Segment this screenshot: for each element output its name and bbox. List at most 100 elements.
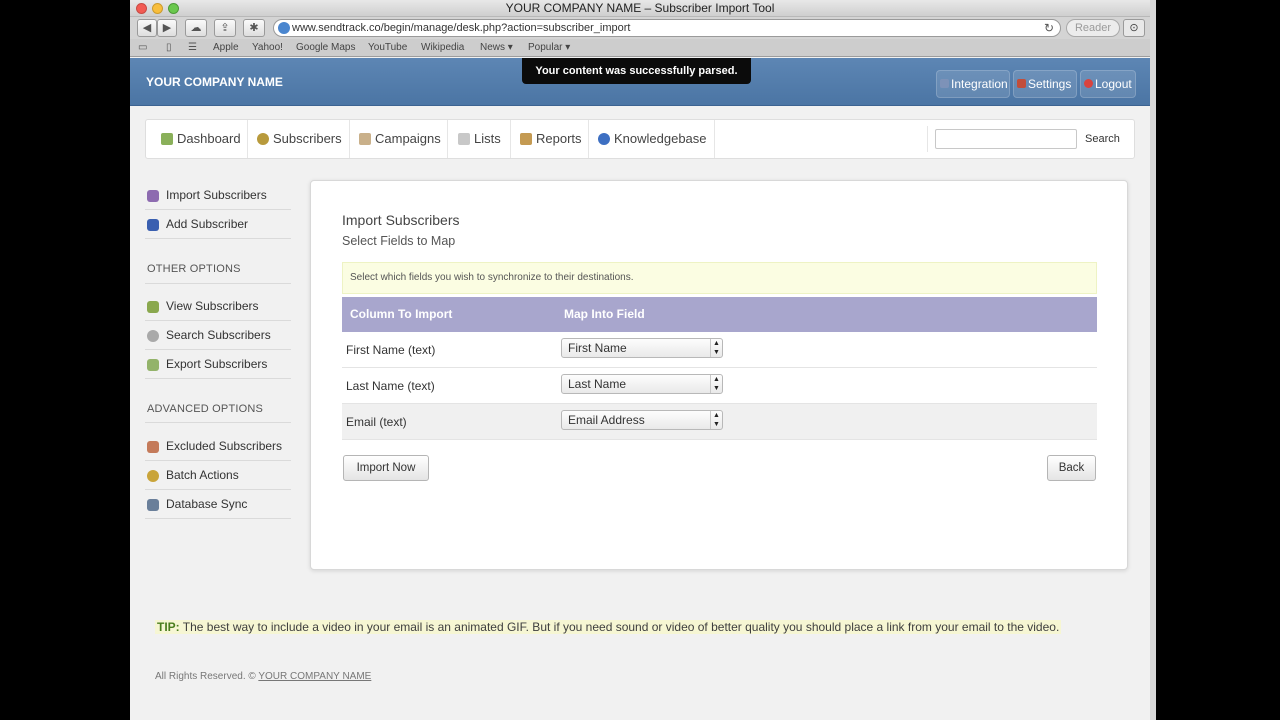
main-nav: Dashboard Subscribers Campaigns Lists Re…	[145, 119, 1135, 159]
nav-knowledgebase[interactable]: Knowledgebase	[597, 120, 715, 158]
bookmark-item[interactable]: Yahoo!	[252, 42, 283, 53]
settings-button[interactable]: Settings	[1013, 70, 1077, 98]
company-link[interactable]: YOUR COMPANY NAME	[258, 671, 371, 682]
nav-lists-label: Lists	[474, 131, 501, 146]
top-sites-icon[interactable]: ☰	[188, 42, 197, 53]
settings-label: Settings	[1028, 77, 1072, 91]
back-arrow-icon[interactable]: ◀	[137, 19, 157, 37]
tip-text: The best way to include a video in your …	[182, 620, 1060, 634]
icloud-tabs-icon[interactable]: ☁	[185, 19, 207, 37]
page-title: Import Subscribers	[342, 212, 460, 228]
export-users-icon	[147, 359, 159, 371]
reading-list-icon[interactable]: ▭	[138, 42, 147, 53]
app-header: YOUR COMPANY NAME Your content was succe…	[130, 58, 1150, 106]
map-field-select[interactable]: First Name ▲ ▼	[561, 338, 723, 358]
dashboard-icon	[161, 133, 173, 145]
map-field-select[interactable]: Email Address ▲ ▼	[561, 410, 723, 430]
bookmark-item[interactable]: News ▾	[480, 42, 513, 53]
browser-scrollbar[interactable]	[1150, 0, 1156, 720]
window-title: YOUR COMPANY NAME – Subscriber Import To…	[505, 1, 775, 15]
page-subtitle: Select Fields to Map	[342, 234, 456, 248]
excluded-user-icon	[147, 441, 159, 453]
nav-campaigns-label: Campaigns	[375, 131, 441, 146]
company-logo-text[interactable]: YOUR COMPANY NAME	[146, 75, 283, 89]
nav-subscribers-label: Subscribers	[273, 131, 342, 146]
copyright-text: All Rights Reserved. ©	[155, 671, 256, 682]
sidebar-item-export-subscribers[interactable]: Export Subscribers	[145, 350, 291, 379]
import-panel: Import Subscribers Select Fields to Map …	[310, 180, 1128, 570]
bookmarks-book-icon[interactable]: ▯	[166, 42, 172, 53]
sidebar-item-label: Database Sync	[166, 497, 248, 511]
integration-label: Integration	[951, 77, 1008, 91]
logout-button[interactable]: Logout	[1080, 70, 1136, 98]
tip-label: TIP:	[157, 620, 180, 634]
table-row: First Name (text) First Name ▲ ▼	[342, 332, 1097, 368]
search-input[interactable]	[935, 129, 1077, 149]
integration-button[interactable]: Integration	[936, 70, 1010, 98]
share-icon[interactable]: ⇪	[214, 19, 236, 37]
import-now-button[interactable]: Import Now	[343, 455, 429, 481]
sidebar-item-view-subscribers[interactable]: View Subscribers	[145, 292, 291, 321]
sidebar-divider	[145, 283, 291, 284]
bookmark-item[interactable]: Apple	[213, 42, 239, 53]
sidebar-item-label: Batch Actions	[166, 468, 239, 482]
forward-arrow-icon[interactable]: ▶	[157, 19, 177, 37]
zoom-window-icon[interactable]	[168, 3, 179, 14]
bookmark-item[interactable]: YouTube	[368, 42, 407, 53]
site-globe-icon	[278, 22, 290, 34]
batch-icon	[147, 470, 159, 482]
map-field-select[interactable]: Last Name ▲ ▼	[561, 374, 723, 394]
extensions-icon[interactable]: ✱	[243, 19, 265, 37]
sidebar-item-database-sync[interactable]: Database Sync	[145, 490, 291, 519]
address-bar[interactable]: www.sendtrack.co/begin/manage/desk.php?a…	[273, 19, 1061, 37]
tools-icon	[1017, 79, 1026, 88]
column-header: Column To Import	[350, 307, 453, 321]
nav-dashboard[interactable]: Dashboard	[160, 120, 248, 158]
reload-icon[interactable]: ↻	[1044, 20, 1054, 36]
sidebar-item-batch-actions[interactable]: Batch Actions	[145, 461, 291, 490]
sidebar-item-label: Export Subscribers	[166, 357, 268, 371]
sidebar-item-label: Search Subscribers	[166, 328, 271, 342]
sidebar-item-search-subscribers[interactable]: Search Subscribers	[145, 321, 291, 350]
sidebar-item-label: Excluded Subscribers	[166, 439, 283, 453]
nav-subscribers[interactable]: Subscribers	[256, 120, 350, 158]
nav-campaigns[interactable]: Campaigns	[358, 120, 448, 158]
browser-window: YOUR COMPANY NAME – Subscriber Import To…	[130, 0, 1150, 720]
bookmark-item[interactable]: Wikipedia	[421, 42, 464, 53]
bookmark-item[interactable]: Popular ▾	[528, 42, 570, 53]
back-button[interactable]: Back	[1047, 455, 1096, 481]
import-column-name: Last Name (text)	[346, 379, 435, 393]
column-header: Map Into Field	[564, 307, 645, 321]
nav-reports[interactable]: Reports	[519, 120, 589, 158]
window-titlebar: YOUR COMPANY NAME – Subscriber Import To…	[130, 0, 1150, 17]
import-column-name: Email (text)	[346, 415, 407, 429]
sidebar-item-label: Add Subscriber	[166, 217, 249, 231]
bookmark-item[interactable]: Google Maps	[296, 42, 355, 53]
sidebar-item-excluded-subscribers[interactable]: Excluded Subscribers	[145, 432, 291, 461]
reader-button[interactable]: Reader	[1066, 19, 1120, 37]
table-row: Email (text) Email Address ▲ ▼	[342, 404, 1097, 440]
select-value: First Name	[568, 341, 627, 355]
import-users-icon	[147, 190, 159, 202]
close-window-icon[interactable]	[136, 3, 147, 14]
info-message: Select which fields you wish to synchron…	[342, 262, 1097, 294]
nav-lists[interactable]: Lists	[457, 120, 511, 158]
reports-icon	[520, 133, 532, 145]
import-column-name: First Name (text)	[346, 343, 436, 357]
sidebar-item-label: Import Subscribers	[166, 188, 267, 202]
select-arrows-icon: ▲ ▼	[710, 411, 722, 429]
desktop-background	[1150, 0, 1280, 720]
address-text: www.sendtrack.co/begin/manage/desk.php?a…	[292, 22, 631, 34]
search-button[interactable]: Search	[1085, 133, 1120, 145]
logout-label: Logout	[1095, 77, 1132, 91]
view-users-icon	[147, 301, 159, 313]
downloads-icon[interactable]: ⊙	[1123, 19, 1145, 37]
sidebar-heading-other: OTHER OPTIONS	[147, 263, 241, 275]
sidebar-item-import-subscribers[interactable]: Import Subscribers	[145, 181, 291, 210]
search-users-icon	[147, 330, 159, 342]
minimize-window-icon[interactable]	[152, 3, 163, 14]
field-mapping-table: Column To Import Map Into Field First Na…	[342, 297, 1097, 440]
nav-dashboard-label: Dashboard	[177, 131, 241, 146]
table-row: Last Name (text) Last Name ▲ ▼	[342, 368, 1097, 404]
sidebar-item-add-subscriber[interactable]: Add Subscriber	[145, 210, 291, 239]
